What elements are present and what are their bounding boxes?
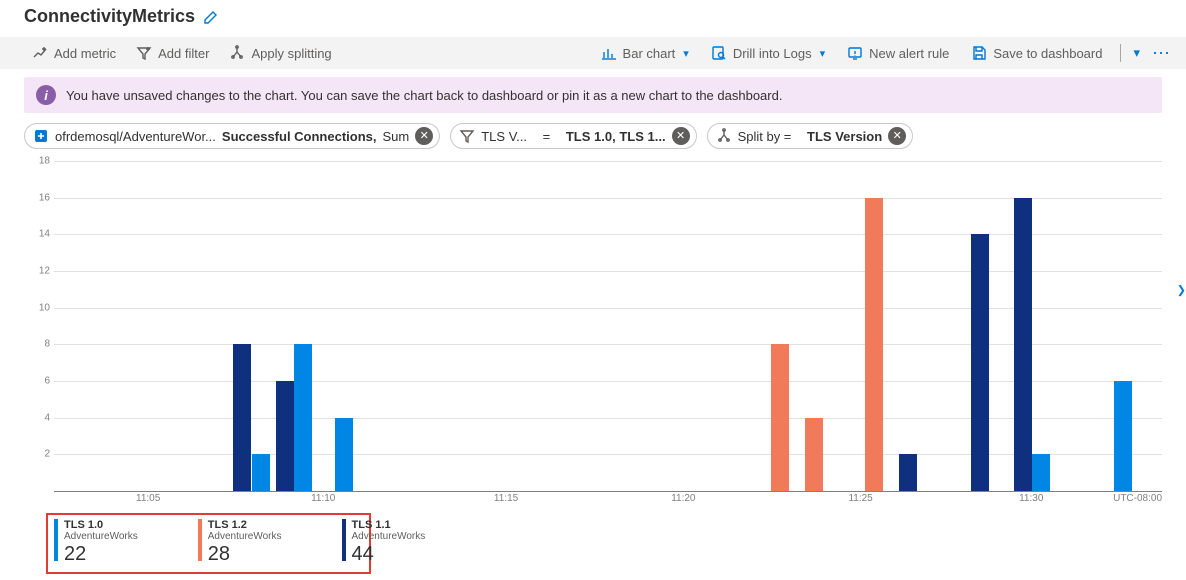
- y-tick-label: 6: [44, 376, 50, 387]
- chart-bar[interactable]: [971, 234, 989, 491]
- split-prefix: Split by =: [738, 129, 792, 144]
- chart-bar[interactable]: [899, 454, 917, 491]
- banner-text: You have unsaved changes to the chart. Y…: [66, 88, 782, 103]
- split-icon: [716, 128, 732, 144]
- chart-bar[interactable]: [294, 344, 312, 491]
- legend-highlight-box: TLS 1.0 AdventureWorks 22 TLS 1.2 Advent…: [46, 513, 371, 574]
- legend-color-swatch: [198, 519, 202, 561]
- x-tick-label: 11:20: [671, 493, 695, 504]
- legend-item[interactable]: TLS 1.1 AdventureWorks 44: [342, 519, 426, 566]
- legend-color-swatch: [342, 519, 346, 561]
- drill-logs-label: Drill into Logs: [733, 46, 812, 61]
- y-tick-label: 18: [39, 156, 50, 167]
- filter-value: TLS 1.0, TLS 1...: [566, 129, 666, 144]
- filter-op: =: [543, 129, 551, 144]
- page-title: ConnectivityMetrics: [24, 6, 195, 27]
- chart-bar[interactable]: [276, 381, 294, 491]
- metric-scope: ofrdemosql/AdventureWor...: [55, 129, 216, 144]
- chart-bar[interactable]: [233, 344, 251, 491]
- legend-color-swatch: [54, 519, 58, 561]
- legend-value: 28: [208, 543, 282, 566]
- apply-splitting-label: Apply splitting: [251, 46, 331, 61]
- legend-series-label: TLS 1.2: [208, 519, 282, 531]
- chart-bar[interactable]: [1032, 454, 1050, 491]
- timezone-label: UTC-08:00: [1113, 493, 1162, 504]
- metric-chip[interactable]: ofrdemosql/AdventureWor... Successful Co…: [24, 123, 440, 149]
- x-tick-label: 11:15: [494, 493, 518, 504]
- y-tick-label: 14: [39, 229, 50, 240]
- scroll-indicator: ❯: [1177, 284, 1186, 297]
- split-chip[interactable]: Split by = TLS Version ✕: [707, 123, 914, 149]
- x-tick-label: 11:10: [311, 493, 335, 504]
- legend-series-label: TLS 1.0: [64, 519, 138, 531]
- legend-sub-label: AdventureWorks: [64, 531, 138, 542]
- chart-bar[interactable]: [1114, 381, 1132, 491]
- more-actions-button[interactable]: ⋯: [1146, 43, 1178, 64]
- chevron-down-icon: ▾: [683, 47, 689, 60]
- chart-bar[interactable]: [771, 344, 789, 491]
- legend-sub-label: AdventureWorks: [208, 531, 282, 542]
- save-dashboard-label: Save to dashboard: [993, 46, 1102, 61]
- chip-row: ofrdemosql/AdventureWor... Successful Co…: [0, 123, 1186, 157]
- edit-title-icon[interactable]: [203, 9, 219, 25]
- toolbar-separator: [1120, 44, 1121, 62]
- chart-type-dropdown[interactable]: Bar chart ▾: [593, 41, 697, 65]
- save-dropdown-chevron[interactable]: ▾: [1133, 45, 1140, 61]
- y-tick-label: 12: [39, 266, 50, 277]
- chart-plot: [54, 161, 1162, 491]
- y-tick-label: 16: [39, 192, 50, 203]
- legend-value: 22: [64, 543, 138, 566]
- metric-agg: Sum: [383, 129, 410, 144]
- unsaved-changes-banner: i You have unsaved changes to the chart.…: [24, 77, 1162, 113]
- chart-bar[interactable]: [805, 418, 823, 491]
- add-filter-label: Add filter: [158, 46, 209, 61]
- filter-field: TLS V...: [481, 129, 527, 144]
- add-metric-button[interactable]: Add metric: [24, 41, 124, 65]
- metric-name: Successful Connections,: [222, 129, 377, 144]
- chart-type-label: Bar chart: [623, 46, 676, 61]
- remove-metric-chip[interactable]: ✕: [415, 127, 433, 145]
- y-tick-label: 4: [44, 412, 50, 423]
- split-value: TLS Version: [807, 129, 882, 144]
- chart-bar[interactable]: [335, 418, 353, 491]
- filter-icon: [459, 128, 475, 144]
- legend-item[interactable]: TLS 1.0 AdventureWorks 22: [54, 519, 138, 566]
- legend-item[interactable]: TLS 1.2 AdventureWorks 28: [198, 519, 282, 566]
- y-axis: 24681012141618: [24, 161, 54, 491]
- chart-bar[interactable]: [865, 198, 883, 491]
- y-tick-label: 8: [44, 339, 50, 350]
- x-axis: UTC-08:00 11:05 11:10 11:15 11:20 11:25 11:30: [54, 491, 1162, 509]
- new-alert-rule-button[interactable]: New alert rule: [839, 41, 957, 65]
- apply-splitting-button[interactable]: Apply splitting: [221, 41, 339, 65]
- filter-chip[interactable]: TLS V... = TLS 1.0, TLS 1... ✕: [450, 123, 696, 149]
- info-icon: i: [36, 85, 56, 105]
- chart-bar[interactable]: [252, 454, 270, 491]
- legend-series-label: TLS 1.1: [352, 519, 426, 531]
- x-tick-label: 11:05: [136, 493, 160, 504]
- legend-sub-label: AdventureWorks: [352, 531, 426, 542]
- drill-into-logs-dropdown[interactable]: Drill into Logs ▾: [703, 41, 833, 65]
- remove-filter-chip[interactable]: ✕: [672, 127, 690, 145]
- x-tick-label: 11:30: [1019, 493, 1043, 504]
- save-to-dashboard-button[interactable]: Save to dashboard: [963, 41, 1110, 65]
- remove-split-chip[interactable]: ✕: [888, 127, 906, 145]
- metrics-toolbar: Add metric Add filter Apply splitting Ba…: [0, 37, 1186, 69]
- legend-value: 44: [352, 543, 426, 566]
- y-tick-label: 10: [39, 302, 50, 313]
- resource-icon: [33, 128, 49, 144]
- chart-bar[interactable]: [1014, 198, 1032, 491]
- chevron-down-icon: ▾: [820, 47, 826, 60]
- chart-area: 24681012141618: [24, 161, 1162, 491]
- x-tick-label: 11:25: [848, 493, 872, 504]
- add-filter-button[interactable]: Add filter: [128, 41, 217, 65]
- add-metric-label: Add metric: [54, 46, 116, 61]
- y-tick-label: 2: [44, 449, 50, 460]
- new-alert-label: New alert rule: [869, 46, 949, 61]
